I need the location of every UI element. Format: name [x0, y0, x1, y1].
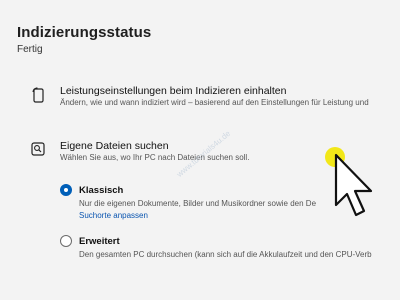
indexing-status-text: Fertig [17, 44, 43, 55]
search-files-title: Eigene Dateien suchen [60, 140, 169, 152]
enhanced-option-label[interactable]: Erweitert [79, 236, 120, 247]
customize-search-locations-link[interactable]: Suchorte anpassen [79, 211, 148, 220]
classic-radio[interactable] [60, 184, 72, 196]
enhanced-option-description: Den gesamten PC durchsuchen (kann sich a… [79, 250, 372, 259]
enhanced-radio[interactable] [60, 235, 72, 247]
mouse-cursor-icon [334, 153, 376, 224]
performance-settings-row[interactable]: Leistungseinstellungen beim Indizieren e… [0, 82, 400, 112]
performance-settings-description: Ändern, wie und wann indiziert wird – ba… [60, 98, 369, 107]
search-folder-icon [31, 142, 45, 161]
classic-option-label[interactable]: Klassisch [79, 185, 123, 196]
power-phone-icon [31, 87, 45, 108]
page-title: Indizierungsstatus [17, 24, 152, 41]
performance-settings-title: Leistungseinstellungen beim Indizieren e… [60, 85, 287, 97]
